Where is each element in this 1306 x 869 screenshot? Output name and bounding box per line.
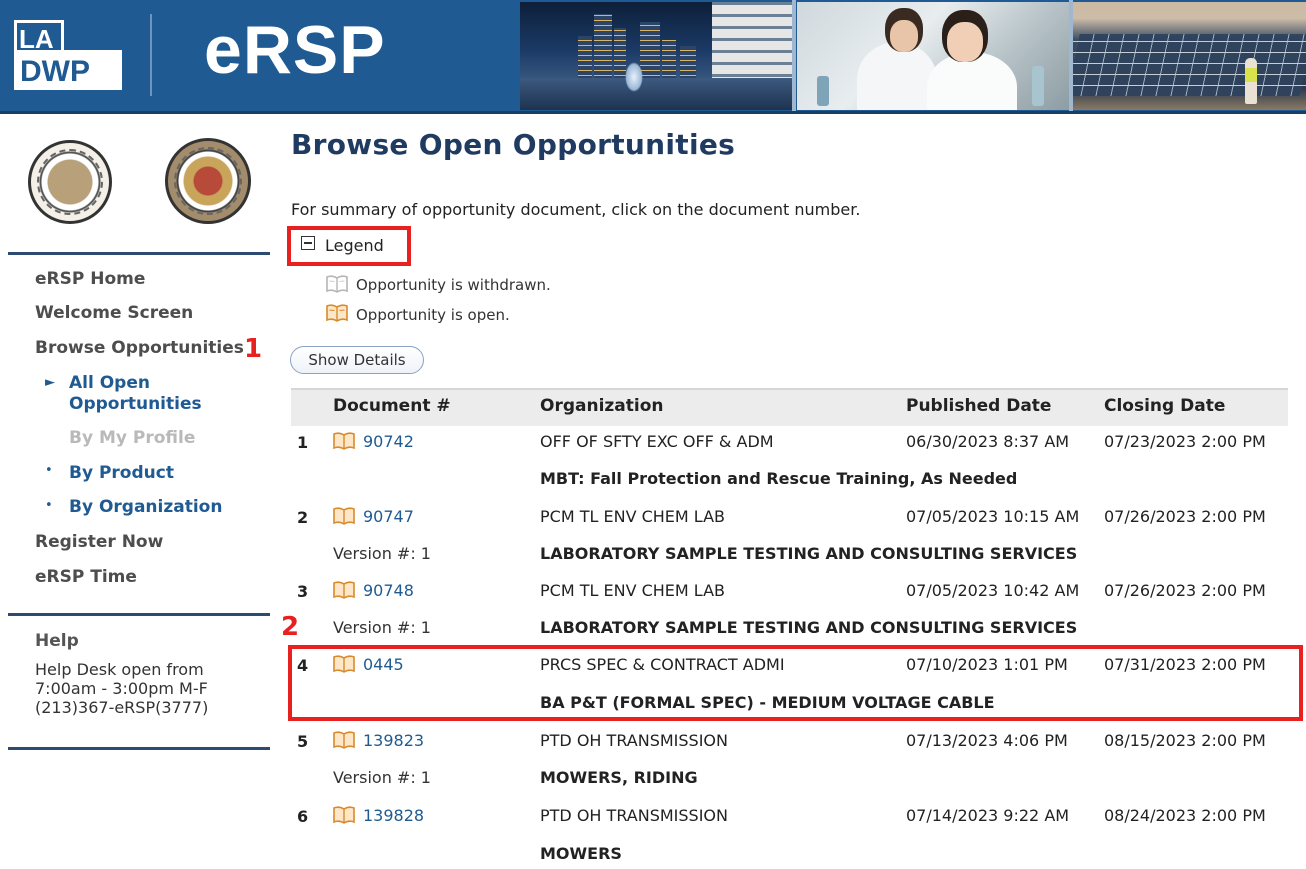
nav-register-now[interactable]: Register Now bbox=[35, 532, 163, 552]
instructions-text: For summary of opportunity document, cli… bbox=[291, 200, 861, 219]
organization-cell: PTD OH TRANSMISSION bbox=[540, 731, 728, 750]
banner-divider bbox=[150, 14, 152, 96]
city-skyline-image bbox=[520, 2, 792, 110]
withdrawn-book-icon bbox=[326, 275, 348, 293]
open-book-icon bbox=[333, 432, 355, 450]
opportunity-description: LABORATORY SAMPLE TESTING AND CONSULTING… bbox=[540, 544, 1078, 563]
organization-cell: PRCS SPEC & CONTRACT ADMI bbox=[540, 655, 785, 674]
nav-ersp-time[interactable]: eRSP Time bbox=[35, 567, 137, 587]
closing-date-cell: 08/24/2023 2:00 PM bbox=[1104, 806, 1266, 825]
organization-cell: OFF OF SFTY EXC OFF & ADM bbox=[540, 432, 774, 451]
city-seal-image bbox=[165, 138, 251, 224]
dwp-seal-image bbox=[28, 140, 112, 224]
open-book-icon bbox=[333, 507, 355, 525]
legend-label[interactable]: Legend bbox=[325, 236, 384, 255]
row-number: 5 bbox=[297, 732, 309, 751]
help-desk-hours: 7:00am - 3:00pm M-F bbox=[35, 679, 208, 698]
solar-farm-image bbox=[1073, 2, 1306, 110]
open-book-icon bbox=[333, 581, 355, 599]
nav-by-product[interactable]: By Product bbox=[69, 463, 174, 483]
row-number: 6 bbox=[297, 807, 309, 826]
document-link[interactable]: 90742 bbox=[363, 432, 414, 451]
help-title: Help bbox=[35, 631, 79, 651]
nav-all-open-opportunities[interactable]: All Open Opportunities bbox=[69, 373, 249, 415]
sidebar-divider bbox=[8, 613, 270, 616]
row-number: 2 bbox=[297, 508, 309, 527]
ladwp-logo[interactable]: LA DWP bbox=[14, 20, 122, 92]
nav-ersp-home[interactable]: eRSP Home bbox=[35, 269, 145, 289]
document-link[interactable]: 90747 bbox=[363, 507, 414, 526]
column-header-document[interactable]: Document # bbox=[333, 396, 451, 416]
column-header-organization[interactable]: Organization bbox=[540, 396, 664, 416]
published-date-cell: 07/10/2023 1:01 PM bbox=[906, 655, 1068, 674]
logo-line1: LA bbox=[14, 20, 64, 54]
published-date-cell: 07/13/2023 4:06 PM bbox=[906, 731, 1068, 750]
nav-welcome-screen[interactable]: Welcome Screen bbox=[35, 303, 193, 323]
nav-by-organization[interactable]: By Organization bbox=[69, 497, 222, 517]
published-date-cell: 07/05/2023 10:15 AM bbox=[906, 507, 1080, 526]
column-header-published-date[interactable]: Published Date bbox=[906, 396, 1051, 416]
help-desk-hours-label: Help Desk open from bbox=[35, 660, 204, 679]
document-link[interactable]: 90748 bbox=[363, 581, 414, 600]
closing-date-cell: 08/15/2023 2:00 PM bbox=[1104, 731, 1266, 750]
sidebar-divider bbox=[8, 252, 270, 255]
dot-bullet-icon: • bbox=[45, 463, 53, 478]
document-link[interactable]: 0445 bbox=[363, 655, 404, 674]
open-book-icon bbox=[333, 806, 355, 824]
legend-open-text: Opportunity is open. bbox=[356, 306, 510, 324]
opportunity-description: BA P&T (FORMAL SPEC) - MEDIUM VOLTAGE CA… bbox=[540, 693, 995, 712]
opportunity-description: MOWERS bbox=[540, 844, 622, 863]
document-link[interactable]: 139828 bbox=[363, 806, 424, 825]
published-date-cell: 06/30/2023 8:37 AM bbox=[906, 432, 1070, 451]
opportunity-description: MOWERS, RIDING bbox=[540, 768, 698, 787]
open-book-icon bbox=[326, 304, 348, 322]
organization-cell: PCM TL ENV CHEM LAB bbox=[540, 581, 725, 600]
document-link[interactable]: 139823 bbox=[363, 731, 424, 750]
organization-cell: PCM TL ENV CHEM LAB bbox=[540, 507, 725, 526]
triangle-bullet-icon: ► bbox=[45, 375, 55, 390]
version-number: Version #: 1 bbox=[333, 544, 431, 563]
show-details-button[interactable]: Show Details bbox=[290, 346, 424, 374]
closing-date-cell: 07/23/2023 2:00 PM bbox=[1104, 432, 1266, 451]
row-number: 4 bbox=[297, 656, 309, 675]
closing-date-cell: 07/31/2023 2:00 PM bbox=[1104, 655, 1266, 674]
closing-date-cell: 07/26/2023 2:00 PM bbox=[1104, 507, 1266, 526]
laboratory-image bbox=[797, 2, 1069, 110]
help-desk-phone: (213)367-eRSP(3777) bbox=[35, 698, 209, 717]
logo-line2: DWP bbox=[20, 55, 90, 88]
app-title: eRSP bbox=[204, 12, 386, 88]
legend-withdrawn-text: Opportunity is withdrawn. bbox=[356, 276, 551, 294]
sidebar-divider bbox=[8, 747, 270, 750]
published-date-cell: 07/14/2023 9:22 AM bbox=[906, 806, 1070, 825]
opportunity-description: LABORATORY SAMPLE TESTING AND CONSULTING… bbox=[540, 618, 1078, 637]
version-number: Version #: 1 bbox=[333, 618, 431, 637]
page-title: Browse Open Opportunities bbox=[291, 128, 736, 161]
header-banner: LA DWP eRSP bbox=[0, 0, 1306, 113]
organization-cell: PTD OH TRANSMISSION bbox=[540, 806, 728, 825]
collapse-icon[interactable] bbox=[301, 236, 315, 250]
row-number: 3 bbox=[297, 582, 309, 601]
open-book-icon bbox=[333, 731, 355, 749]
published-date-cell: 07/05/2023 10:42 AM bbox=[906, 581, 1080, 600]
nav-browse-opportunities[interactable]: Browse Opportunities bbox=[35, 338, 244, 358]
column-header-closing-date[interactable]: Closing Date bbox=[1104, 396, 1225, 416]
annotation-marker-2: 2 bbox=[281, 612, 300, 642]
dot-bullet-icon: • bbox=[45, 498, 53, 513]
row-number: 1 bbox=[297, 433, 309, 452]
closing-date-cell: 07/26/2023 2:00 PM bbox=[1104, 581, 1266, 600]
nav-by-my-profile: By My Profile bbox=[69, 428, 196, 448]
annotation-marker-1: 1 bbox=[244, 334, 263, 364]
opportunity-description: MBT: Fall Protection and Rescue Training… bbox=[540, 469, 1018, 488]
version-number: Version #: 1 bbox=[333, 768, 431, 787]
open-book-icon bbox=[333, 655, 355, 673]
